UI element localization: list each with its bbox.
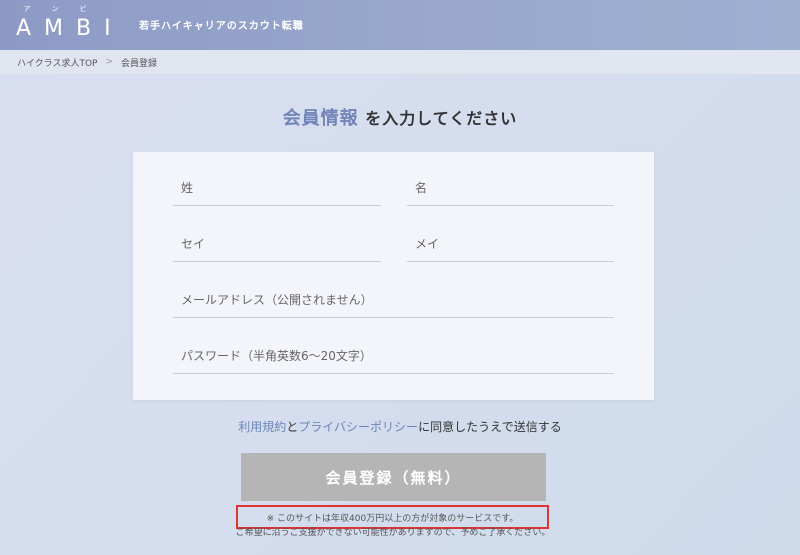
email-placeholder: メールアドレス（公開されません） [181, 293, 373, 307]
last-name-kana-field[interactable]: セイ [173, 232, 381, 262]
last-name-kana-placeholder: セイ [181, 237, 206, 251]
site-header: ア ン ビ AMBI 若手ハイキャリアのスカウト転職 [0, 0, 800, 50]
logo-ruby: ア ン ビ [22, 4, 88, 14]
first-name-field[interactable]: 名 [407, 176, 614, 206]
last-name-field[interactable]: 姓 [173, 176, 381, 206]
site-tagline: 若手ハイキャリアのスカウト転職 [139, 21, 304, 32]
first-name-kana-placeholder: メイ [415, 237, 440, 251]
breadcrumb: ハイクラス求人TOP > 会員登録 [0, 50, 800, 74]
agreement-rest: に同意したうえで送信する [418, 420, 562, 434]
privacy-policy-link[interactable]: プライバシーポリシー [298, 420, 418, 434]
support-notice: ご希望に沿うご支援ができない可能性がありますので、予めご了承ください。 [235, 528, 551, 538]
last-name-placeholder: 姓 [181, 181, 194, 195]
registration-form: 姓 名 セイ メイ メールアドレス（公開されません） パスワード（半角英数6～2… [133, 152, 654, 400]
page-title-accent: 会員情報 [282, 108, 359, 129]
income-notice: ※ このサイトは年収400万円以上の方が対象のサービスです。 [236, 505, 549, 529]
password-placeholder: パスワード（半角英数6～20文字） [181, 349, 372, 363]
site-logo[interactable]: AMBI [16, 16, 124, 41]
agreement-and: と [286, 420, 299, 434]
logo-ruby-char: ビ [79, 5, 87, 13]
page-title-rest: を入力してください [365, 109, 518, 128]
breadcrumb-current: 会員登録 [121, 58, 158, 69]
agreement-text: 利用規約とプライバシーポリシーに同意したうえで送信する [0, 418, 800, 435]
first-name-placeholder: 名 [415, 181, 428, 195]
breadcrumb-separator: > [105, 57, 114, 67]
terms-link[interactable]: 利用規約 [238, 420, 286, 434]
first-name-kana-field[interactable]: メイ [407, 232, 614, 262]
breadcrumb-home-link[interactable]: ハイクラス求人TOP [17, 56, 97, 69]
logo-ruby-char: ア [23, 5, 31, 13]
logo-ruby-char: ン [51, 5, 59, 13]
password-field[interactable]: パスワード（半角英数6～20文字） [173, 344, 614, 374]
email-field[interactable]: メールアドレス（公開されません） [173, 288, 614, 318]
page-title: 会員情報 を入力してください [0, 104, 800, 130]
register-button[interactable]: 会員登録（無料） [241, 453, 546, 501]
